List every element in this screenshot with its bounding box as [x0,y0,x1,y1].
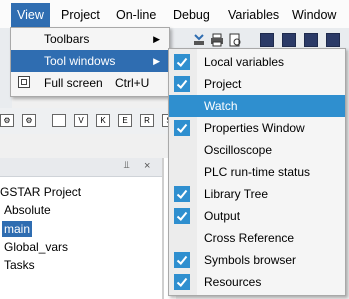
checkmark-icon [174,274,190,290]
menu-item-full-screen[interactable]: Full screen Ctrl+U [11,72,169,94]
gear-icon[interactable]: ⚙ [0,114,14,127]
layout-icon-4[interactable] [326,33,340,47]
submenu-item-project[interactable]: Project [169,73,345,95]
submenu-item-label: Symbols browser [204,253,297,267]
ladder-e-icon[interactable]: E [118,114,132,127]
checkmark-icon [174,252,190,268]
checkmark-icon [174,208,190,224]
close-icon[interactable]: × [144,160,154,172]
print-preview-icon[interactable] [228,33,242,47]
contact-icon[interactable] [52,114,66,127]
ladder-v-icon[interactable]: V [74,114,88,127]
submenu-item-label: Local variables [204,55,285,69]
checkmark-icon [174,54,190,70]
menu-window[interactable]: Window [286,5,342,25]
checkmark-icon [174,186,190,202]
tree-item-tasks[interactable]: Tasks [4,257,35,273]
project-pane-header [0,158,162,177]
layout-icon-3[interactable] [304,33,318,47]
gear2-icon[interactable]: ⚙ [22,114,36,127]
menu-item-label: Full screen [44,76,103,90]
tree-item-absolute[interactable]: Absolute [4,202,51,218]
submenu-item-library-tree[interactable]: Library Tree [169,183,345,205]
submenu-item-label: Cross Reference [204,231,295,245]
submenu-item-label: Properties Window [204,121,305,135]
menu-variables[interactable]: Variables [222,5,285,25]
tree-item-main[interactable]: main [2,221,33,237]
ladder-k-icon[interactable]: K [96,114,110,127]
print-icon[interactable] [210,33,224,47]
submenu-item-label: Library Tree [204,187,269,201]
menu-debug[interactable]: Debug [167,5,216,25]
menu-item-tool-windows[interactable]: Tool windows ▶ [11,50,169,72]
submenu-item-label: PLC run-time status [204,165,311,179]
checkmark-icon [174,76,190,92]
submenu-item-label: Resources [204,275,262,289]
menu-bar: View Project On-line Debug Variables Win… [0,0,349,29]
submenu-item-properties-window[interactable]: Properties Window [169,117,345,139]
tree-item-global-vars[interactable]: Global_vars [4,239,68,255]
submenu-item-output[interactable]: Output [169,205,345,227]
submenu-item-watch[interactable]: Watch [169,95,345,117]
tool-windows-submenu: Local variables Project Watch Properties Wi… [168,48,346,296]
menu-project[interactable]: Project [55,5,106,25]
submenu-item-label: Output [204,209,241,223]
submenu-item-cross-reference[interactable]: Cross Reference [169,227,345,249]
menu-item-shortcut: Ctrl+U [115,76,150,90]
submenu-item-label: Oscilloscope [204,143,273,157]
tree-root[interactable]: GSTAR Project [0,184,81,200]
layout-icon-1[interactable] [260,33,274,47]
view-menu-dropdown: Toolbars ▶ Tool windows ▶ Full screen Ct… [10,27,170,97]
submenu-item-label: Project [204,77,242,91]
submenu-item-resources[interactable]: Resources [169,271,345,293]
submenu-item-local-variables[interactable]: Local variables [169,51,345,73]
submenu-item-oscilloscope[interactable]: Oscilloscope [169,139,345,161]
menu-item-toolbars[interactable]: Toolbars ▶ [11,28,169,50]
ladder-toolbar: ⚙ ⚙ V K E R S [0,108,176,134]
menu-item-label: Tool windows [44,54,116,68]
download-icon[interactable] [192,33,206,47]
menu-online[interactable]: On-line [110,5,162,25]
checkmark-icon [174,120,190,136]
menu-item-label: Toolbars [44,32,90,46]
submenu-arrow-icon: ▶ [153,34,160,44]
fullscreen-icon [18,76,30,88]
layout-icon-2[interactable] [282,33,296,47]
submenu-item-label: Watch [204,99,238,113]
menu-view[interactable]: View [11,3,50,27]
submenu-arrow-icon: ▶ [153,56,160,66]
pin-icon[interactable]: ⫫ [124,160,134,172]
submenu-item-symbols-browser[interactable]: Symbols browser [169,249,345,271]
ladder-r-icon[interactable]: R [140,114,154,127]
submenu-item-plc-run-time-status[interactable]: PLC run-time status [169,161,345,183]
